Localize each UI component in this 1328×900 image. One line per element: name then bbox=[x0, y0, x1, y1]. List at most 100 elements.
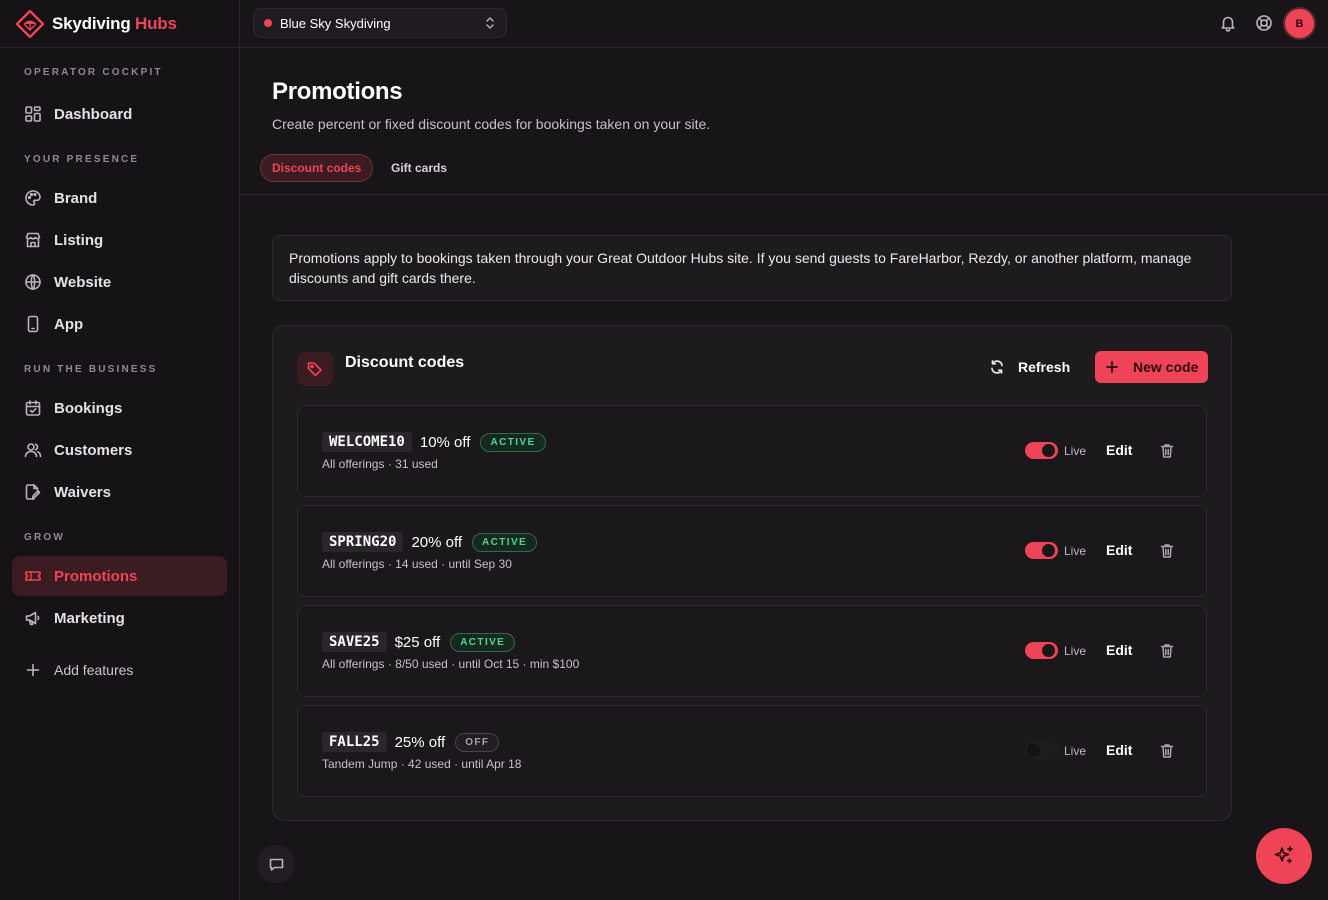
plus-icon bbox=[24, 661, 42, 679]
sidebar-item-waivers[interactable]: Waivers bbox=[12, 472, 227, 512]
edit-button[interactable]: Edit bbox=[1106, 442, 1132, 458]
dashboard-icon bbox=[24, 105, 42, 123]
add-features-button[interactable]: Add features bbox=[12, 650, 227, 690]
discount-code: SAVE25 bbox=[322, 632, 387, 652]
sidebar-item-label: Promotions bbox=[54, 567, 138, 585]
sidebar-item-customers[interactable]: Customers bbox=[12, 430, 227, 470]
store-icon bbox=[24, 231, 42, 249]
assistant-button[interactable] bbox=[1256, 828, 1312, 884]
live-toggle[interactable] bbox=[1025, 742, 1058, 759]
refresh-icon bbox=[991, 360, 1003, 374]
brand[interactable]: Skydiving Hubs bbox=[0, 0, 239, 48]
trash-icon[interactable] bbox=[1160, 443, 1174, 459]
brand-name-accent: Hubs bbox=[135, 13, 177, 33]
discount-code-row: SAVE25 $25 off ACTIVE All offerings · 8/… bbox=[297, 605, 1207, 697]
trash-icon[interactable] bbox=[1160, 543, 1174, 559]
megaphone-icon bbox=[24, 609, 42, 627]
discount-meta: All offerings · 31 used bbox=[322, 457, 438, 471]
live-toggle[interactable] bbox=[1025, 642, 1058, 659]
chevron-updown-icon bbox=[486, 17, 494, 29]
calendar-icon bbox=[24, 399, 42, 417]
add-features-label: Add features bbox=[54, 662, 134, 678]
brand-logo-icon bbox=[16, 9, 44, 38]
discount-amount: 25% off bbox=[394, 733, 446, 751]
sidebar-item-label: Website bbox=[54, 273, 112, 291]
sparkles-icon bbox=[1274, 846, 1293, 864]
tab-gift-cards[interactable]: Gift cards bbox=[380, 154, 458, 182]
toggle-knob bbox=[1042, 644, 1055, 657]
globe-icon bbox=[24, 273, 42, 291]
toggle-knob bbox=[1027, 744, 1040, 757]
live-toggle[interactable] bbox=[1025, 542, 1058, 559]
live-label: Live bbox=[1064, 744, 1087, 758]
sidebar-item-dashboard[interactable]: Dashboard bbox=[12, 94, 227, 134]
avatar[interactable]: B bbox=[1283, 7, 1316, 40]
trash-icon[interactable] bbox=[1160, 743, 1174, 759]
site-status-dot bbox=[264, 19, 272, 27]
sidebar-item-bookings[interactable]: Bookings bbox=[12, 388, 227, 428]
phone-icon bbox=[24, 315, 42, 333]
site-name: Blue Sky Skydiving bbox=[280, 15, 391, 31]
sidebar-item-label: Bookings bbox=[54, 399, 123, 417]
section-label-operator-cockpit: OPERATOR COCKPIT bbox=[24, 67, 163, 78]
card-title: Discount codes bbox=[345, 354, 465, 371]
discount-meta: All offerings · 14 used · until Sep 30 bbox=[322, 557, 512, 571]
brand-name: Skydiving bbox=[52, 13, 131, 33]
status-badge: ACTIVE bbox=[480, 432, 546, 452]
discount-amount: 10% off bbox=[419, 433, 471, 451]
page-header: Promotions Create percent or fixed disco… bbox=[240, 48, 1328, 195]
section-label-run-the-business: RUN THE BUSINESS bbox=[24, 364, 158, 375]
refresh-button[interactable]: Refresh bbox=[989, 352, 1070, 382]
live-label: Live bbox=[1064, 544, 1087, 558]
discount-code-row: WELCOME10 10% off ACTIVE All offerings ·… bbox=[297, 405, 1207, 497]
page-title: Promotions bbox=[272, 78, 403, 105]
live-label: Live bbox=[1064, 644, 1087, 658]
sidebar-item-marketing[interactable]: Marketing bbox=[12, 598, 227, 638]
chat-icon bbox=[269, 858, 283, 871]
lifebuoy-icon[interactable] bbox=[1255, 14, 1273, 32]
edit-button[interactable]: Edit bbox=[1106, 642, 1132, 658]
discount-meta: Tandem Jump · 42 used · until Apr 18 bbox=[322, 757, 522, 771]
status-badge: ACTIVE bbox=[472, 532, 538, 552]
trash-icon[interactable] bbox=[1160, 643, 1174, 659]
palette-icon bbox=[24, 189, 42, 207]
toggle-knob bbox=[1042, 444, 1055, 457]
sidebar-item-label: Listing bbox=[54, 231, 104, 249]
bell-icon[interactable] bbox=[1219, 14, 1237, 32]
discount-codes-card: Discount codes Refresh New code WELCOME1… bbox=[272, 325, 1232, 821]
sidebar-item-website[interactable]: Website bbox=[12, 262, 227, 302]
users-icon bbox=[24, 441, 42, 459]
sidebar-item-app[interactable]: App bbox=[12, 304, 227, 344]
discount-code-row: SPRING20 20% off ACTIVE All offerings · … bbox=[297, 505, 1207, 597]
section-label-grow: GROW bbox=[24, 532, 66, 543]
sidebar-item-promotions[interactable]: Promotions bbox=[12, 556, 227, 596]
sidebar-item-label: Customers bbox=[54, 441, 133, 459]
status-badge: ACTIVE bbox=[450, 632, 516, 652]
edit-button[interactable]: Edit bbox=[1106, 742, 1132, 758]
discount-code: FALL25 bbox=[322, 732, 387, 752]
sidebar-item-label: App bbox=[54, 315, 84, 333]
site-selector[interactable]: Blue Sky Skydiving bbox=[253, 8, 507, 38]
discount-amount: 20% off bbox=[411, 533, 463, 551]
tag-icon bbox=[297, 352, 333, 386]
sidebar-item-label: Waivers bbox=[54, 483, 111, 501]
section-label-your-presence: YOUR PRESENCE bbox=[24, 154, 140, 165]
refresh-label: Refresh bbox=[1018, 359, 1071, 375]
chat-button[interactable] bbox=[257, 845, 295, 883]
live-toggle[interactable] bbox=[1025, 442, 1058, 459]
sidebar-item-label: Marketing bbox=[54, 609, 125, 627]
sidebar-item-brand[interactable]: Brand bbox=[12, 178, 227, 218]
discount-code: WELCOME10 bbox=[322, 432, 412, 452]
sidebar: Skydiving Hubs OPERATOR COCKPIT Dashboar… bbox=[0, 0, 240, 900]
sidebar-item-listing[interactable]: Listing bbox=[12, 220, 227, 260]
tab-discount-codes[interactable]: Discount codes bbox=[260, 154, 374, 182]
discount-amount: $25 off bbox=[394, 633, 441, 651]
discount-code-row: FALL25 25% off OFF Tandem Jump · 42 used… bbox=[297, 705, 1207, 797]
discount-code: SPRING20 bbox=[322, 532, 404, 552]
edit-button[interactable]: Edit bbox=[1106, 542, 1132, 558]
page-subtitle: Create percent or fixed discount codes f… bbox=[272, 116, 711, 132]
sidebar-item-label: Dashboard bbox=[54, 105, 133, 123]
document-edit-icon bbox=[24, 483, 42, 501]
new-code-button[interactable]: New code bbox=[1095, 351, 1208, 383]
toggle-knob bbox=[1042, 544, 1055, 557]
